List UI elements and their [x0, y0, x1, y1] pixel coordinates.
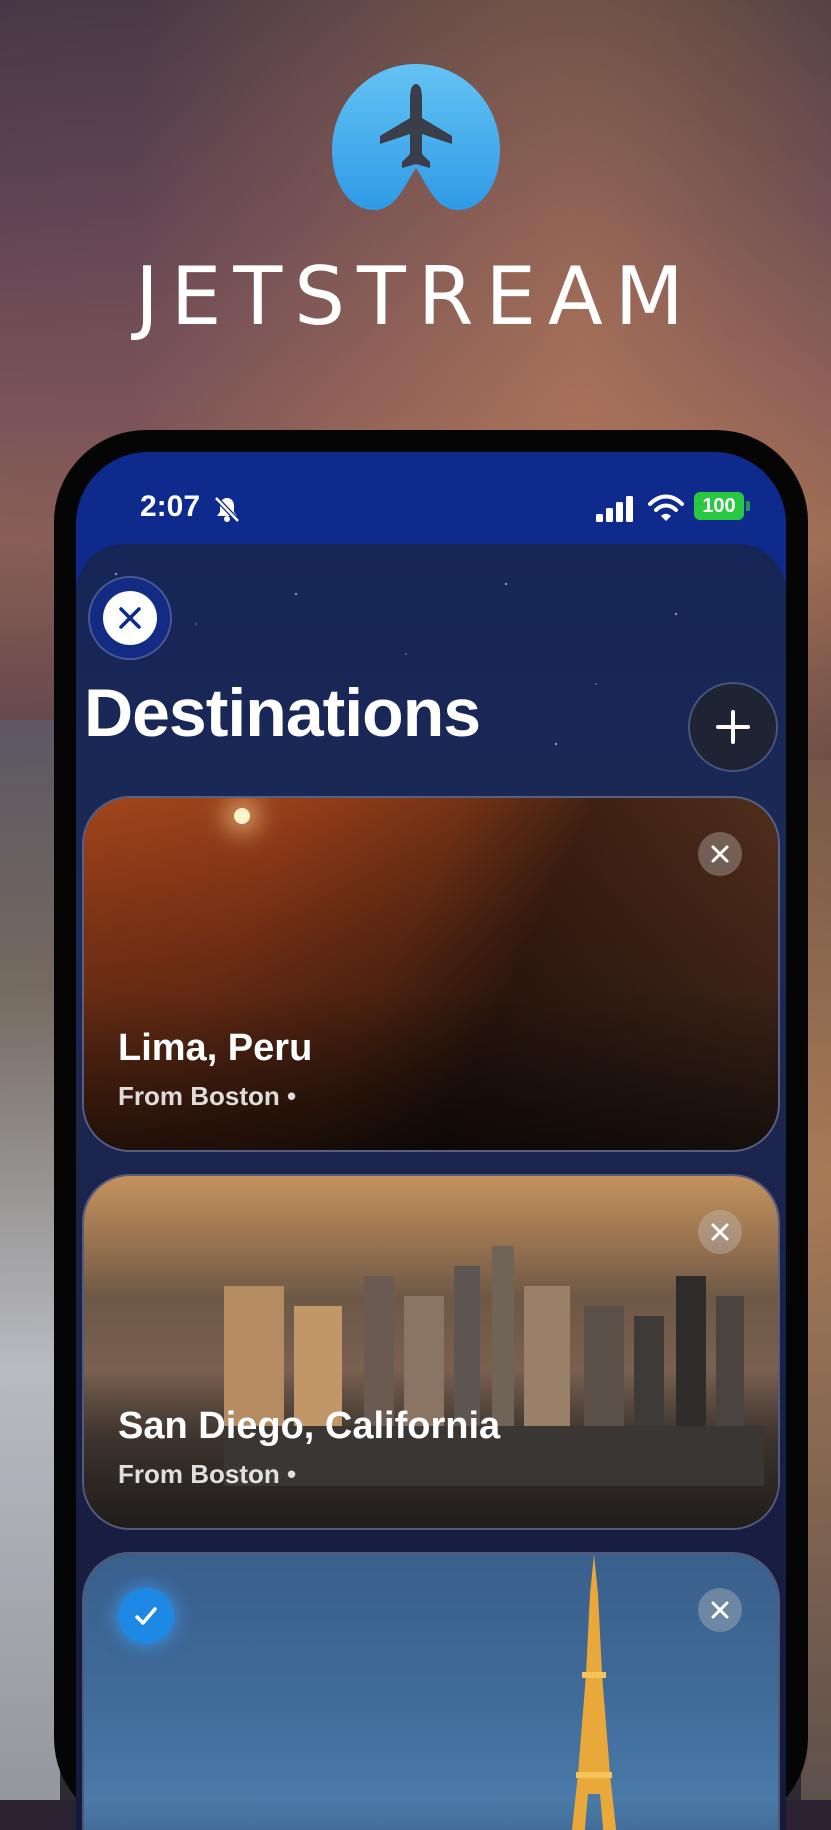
destinations-sheet: Destinations Lima, Peru From Boston • Sa… — [76, 544, 786, 1830]
close-icon — [711, 845, 729, 863]
wifi-icon — [648, 494, 684, 521]
cellular-signal-icon — [596, 496, 633, 522]
sun-glow — [234, 808, 250, 824]
destination-origin: From Boston • — [118, 1459, 297, 1489]
add-destination-button[interactable] — [690, 684, 776, 770]
phone-screen: 2:07 100 Destinations Lima, Peru From Bo… — [76, 452, 786, 1830]
phone-frame: 2:07 100 Destinations Lima, Peru From Bo… — [54, 430, 808, 1830]
battery-indicator: 100 — [694, 492, 744, 520]
airplane-logo-icon — [332, 64, 500, 210]
close-icon — [119, 607, 141, 629]
status-time: 2:07 — [140, 490, 201, 523]
selected-checkmark[interactable] — [118, 1588, 174, 1644]
close-icon — [711, 1601, 729, 1619]
close-button-inner — [103, 591, 157, 645]
battery-tip — [746, 501, 750, 511]
remove-destination-button[interactable] — [698, 1588, 742, 1632]
close-button[interactable] — [90, 578, 170, 658]
brand-name: JETSTREAM — [135, 250, 696, 343]
destination-card[interactable] — [84, 1554, 778, 1830]
skyline-illustration — [224, 1246, 764, 1486]
remove-destination-button[interactable] — [698, 832, 742, 876]
destination-name: San Diego, California — [118, 1405, 501, 1447]
destination-photo-paris — [84, 1554, 778, 1830]
bell-slash-icon — [214, 496, 240, 523]
plus-icon — [716, 710, 750, 744]
page-title: Destinations — [84, 675, 481, 751]
checkmark-icon — [135, 1607, 157, 1625]
eiffel-tower-illustration — [571, 1554, 617, 1830]
background-city-left — [0, 720, 60, 1800]
remove-destination-button[interactable] — [698, 1210, 742, 1254]
destination-name: Lima, Peru — [118, 1027, 313, 1069]
destination-card[interactable]: Lima, Peru From Boston • — [84, 798, 778, 1150]
close-icon — [711, 1223, 729, 1241]
destination-origin: From Boston • — [118, 1081, 297, 1111]
destination-card[interactable]: San Diego, California From Boston • — [84, 1176, 778, 1528]
